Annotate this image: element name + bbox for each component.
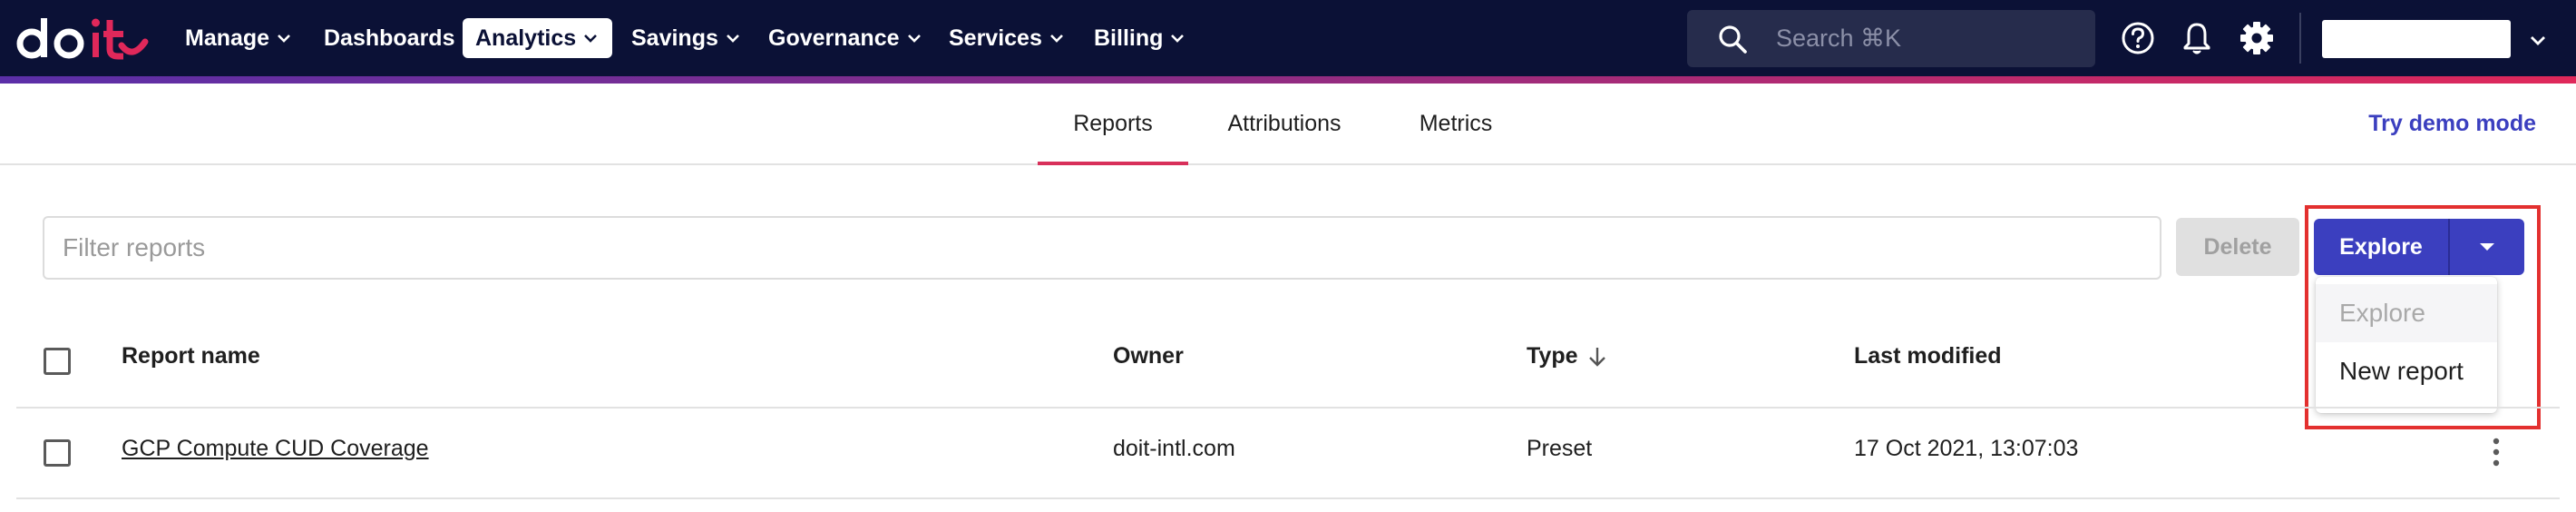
column-header-label: Report name <box>122 343 260 369</box>
column-header-last-modified[interactable]: Last modified <box>1854 343 2002 369</box>
search-icon <box>1716 23 1749 55</box>
nav-dashboards-label: Dashboards <box>324 25 455 51</box>
account-selector[interactable] <box>2322 20 2511 58</box>
menu-item-new-report-label: New report <box>2339 357 2464 385</box>
nav-services[interactable]: Services <box>949 18 1066 58</box>
explore-button-label: Explore <box>2339 233 2423 260</box>
report-name-link[interactable]: GCP Compute CUD Coverage <box>122 436 429 462</box>
nav-governance[interactable]: Governance <box>768 18 923 58</box>
nav-billing-label: Billing <box>1094 25 1164 51</box>
chevron-down-icon <box>275 29 293 47</box>
chevron-down-icon <box>1048 29 1066 47</box>
nav-analytics-label: Analytics <box>475 25 577 51</box>
gear-icon[interactable] <box>2237 18 2277 58</box>
menu-item-new-report[interactable]: New report <box>2316 342 2497 400</box>
nav-governance-label: Governance <box>768 25 900 51</box>
tab-reports[interactable]: Reports <box>1038 84 1188 165</box>
global-search[interactable] <box>1687 10 2095 67</box>
nav-analytics[interactable]: Analytics <box>463 18 613 58</box>
explore-split-button: Explore <box>2314 219 2524 275</box>
nav-savings[interactable]: Savings <box>631 18 742 58</box>
filter-reports-input[interactable] <box>43 216 2161 280</box>
table-divider <box>16 407 2560 409</box>
chevron-down-icon <box>1168 29 1186 47</box>
top-nav-bar: Manage Dashboards Analytics Savings Gove… <box>0 0 2576 76</box>
chevron-down-icon[interactable] <box>2522 24 2554 56</box>
row-checkbox[interactable] <box>44 439 71 467</box>
caret-down-icon <box>2477 241 2497 253</box>
nav-dashboards[interactable]: Dashboards <box>324 18 454 58</box>
tab-reports-label: Reports <box>1073 110 1153 136</box>
nav-manage-label: Manage <box>185 25 270 51</box>
menu-item-explore-label: Explore <box>2339 299 2425 327</box>
nav-billing[interactable]: Billing <box>1094 18 1186 58</box>
try-demo-mode-link[interactable]: Try demo mode <box>2368 84 2536 163</box>
nav-divider <box>2299 13 2301 64</box>
select-all-checkbox[interactable] <box>44 348 71 375</box>
explore-dropdown-menu: Explore New report <box>2316 277 2497 413</box>
chevron-down-icon <box>905 29 923 47</box>
row-more-options-icon[interactable] <box>2480 432 2513 472</box>
tab-metrics-label: Metrics <box>1419 110 1493 136</box>
delete-button[interactable]: Delete <box>2176 218 2299 276</box>
column-header-label: Owner <box>1113 343 1184 369</box>
column-header-label: Last modified <box>1854 343 2002 369</box>
tab-metrics[interactable]: Metrics <box>1397 84 1515 163</box>
bell-icon[interactable] <box>2177 18 2217 58</box>
explore-button[interactable]: Explore <box>2314 219 2448 275</box>
tab-attributions-label: Attributions <box>1227 110 1342 136</box>
analytics-tabs: Reports Attributions Metrics <box>0 84 2576 165</box>
try-demo-mode-label: Try demo mode <box>2368 110 2536 136</box>
tab-attributions[interactable]: Attributions <box>1201 84 1368 163</box>
report-type: Preset <box>1527 436 1593 461</box>
nav-services-label: Services <box>949 25 1042 51</box>
nav-manage[interactable]: Manage <box>185 18 293 58</box>
report-owner: doit-intl.com <box>1113 436 1235 461</box>
doit-logo[interactable] <box>16 15 152 64</box>
global-search-input[interactable] <box>1774 24 2050 54</box>
sort-arrow-down-icon <box>1587 345 1607 369</box>
column-header-report-name[interactable]: Report name <box>122 343 260 369</box>
table-divider <box>16 497 2560 499</box>
explore-dropdown-toggle[interactable] <box>2450 219 2524 275</box>
chevron-down-icon <box>724 29 742 47</box>
column-header-type[interactable]: Type <box>1527 343 1607 369</box>
column-header-owner[interactable]: Owner <box>1113 343 1184 369</box>
column-header-label: Type <box>1527 343 1578 369</box>
help-icon[interactable] <box>2118 18 2158 58</box>
menu-item-explore: Explore <box>2316 284 2497 342</box>
chevron-down-icon <box>581 29 600 47</box>
report-last-modified: 17 Oct 2021, 13:07:03 <box>1854 436 2079 461</box>
nav-savings-label: Savings <box>631 25 718 51</box>
brand-gradient-bar <box>0 76 2576 84</box>
